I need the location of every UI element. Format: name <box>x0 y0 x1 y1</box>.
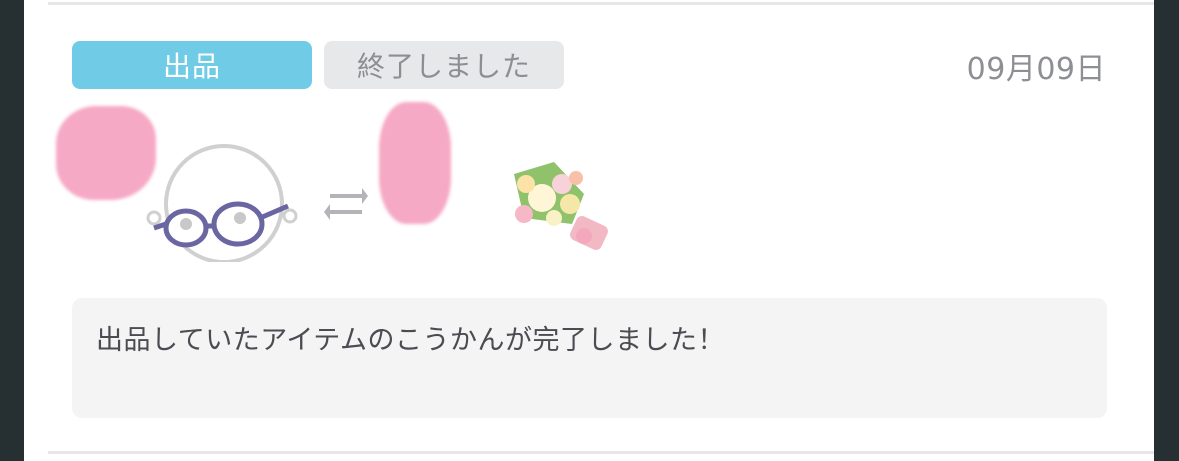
bottom-divider <box>48 451 1154 454</box>
message-box: 出品していたアイテムのこうかんが完了しました！ <box>72 298 1107 418</box>
flower-bouquet-icon[interactable] <box>484 154 624 264</box>
status-badge: 終了しました <box>324 41 564 89</box>
notification-card: 出品 終了しました 09月09日 出品していたアイテムのこうかんが完了しました！ <box>24 0 1154 461</box>
notification-message: 出品していたアイテムのこうかんが完了しました！ <box>96 325 725 356</box>
type-badge: 出品 <box>72 41 312 89</box>
redacted-image <box>379 102 451 224</box>
avatar-with-glasses-icon[interactable] <box>142 142 302 262</box>
top-divider <box>48 2 1154 5</box>
date-label: 09月09日 <box>966 52 1106 87</box>
redacted-image <box>56 106 156 200</box>
swap-arrows-icon <box>324 188 368 220</box>
exchange-visual <box>24 96 724 276</box>
